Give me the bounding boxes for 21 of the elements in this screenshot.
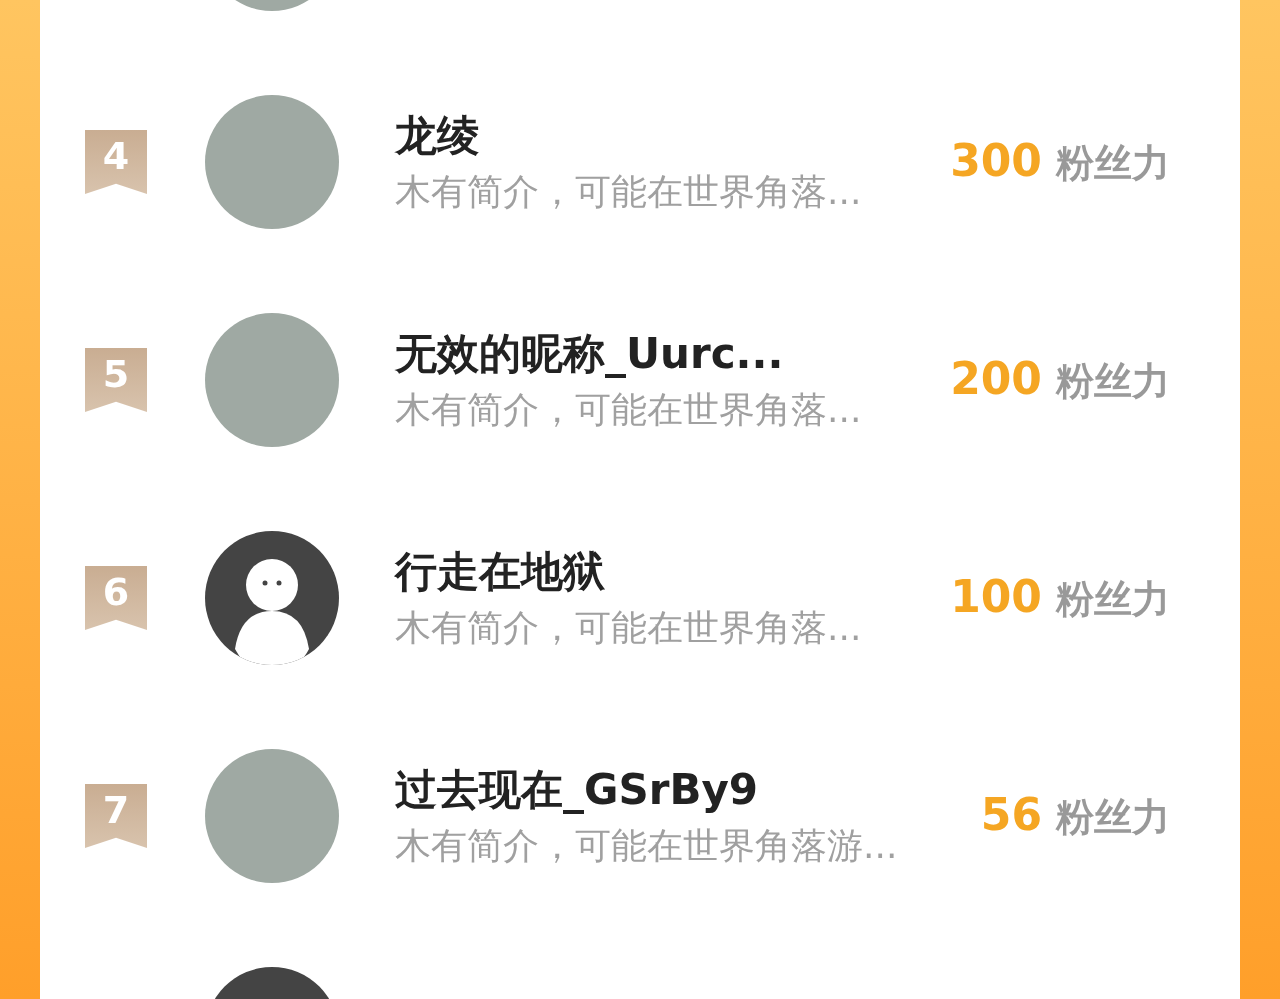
- fan-score: 100: [950, 571, 1042, 622]
- user-name: 行走在地狱: [395, 545, 606, 598]
- fan-score-unit: 粉丝力: [1056, 576, 1170, 623]
- rank-badge: 6: [85, 566, 147, 630]
- user-bio: 木有简介，可能在世界角落...: [395, 169, 863, 214]
- user-bio: 木有简介，可能在世界角落游...: [395, 823, 899, 868]
- rank-badge: 4: [85, 130, 147, 194]
- fan-score-unit: 粉丝力: [1056, 140, 1170, 187]
- user-name: 无效的昵称_Uurc...: [395, 327, 785, 380]
- user-bio: 木有简介，可能在世界角落...: [395, 387, 863, 432]
- fan-score: 56: [980, 789, 1042, 840]
- fan-score-unit: 粉丝力: [1056, 794, 1170, 841]
- fan-score: 300: [950, 135, 1042, 186]
- rank-badge: 7: [85, 784, 147, 848]
- user-bio: 木有简介，可能在世界角落...: [395, 605, 863, 650]
- rank-badge: 5: [85, 348, 147, 412]
- fan-score-unit: 粉丝力: [1056, 358, 1170, 405]
- fan-score: 200: [950, 353, 1042, 404]
- user-name: 龙绫: [395, 109, 480, 162]
- user-name: 过去现在_GSrBy9: [395, 763, 760, 816]
- person-silhouette-icon: [235, 559, 309, 665]
